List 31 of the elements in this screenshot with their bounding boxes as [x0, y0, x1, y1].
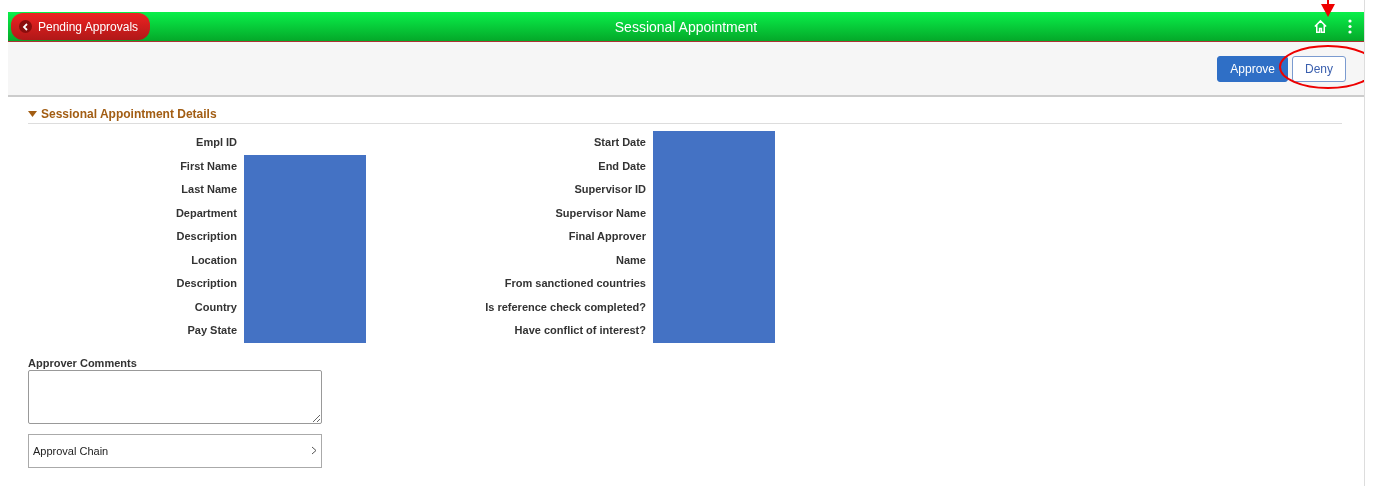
field-label: Is reference check completed?	[484, 299, 646, 315]
more-icon[interactable]	[1348, 19, 1352, 34]
field-label: Country	[193, 299, 237, 315]
field-label: Pay State	[186, 323, 237, 338]
field-label: Last Name	[180, 182, 237, 197]
section-title: Sessional Appointment Details	[41, 107, 217, 121]
approval-chain-button[interactable]: Approval Chain	[28, 433, 322, 468]
field-label: Have conflict of interest?	[513, 323, 646, 338]
field-label: Supervisor ID	[573, 182, 646, 197]
field-label: Description	[175, 229, 237, 244]
page-title: Sessional Appointment	[614, 18, 758, 35]
field-label: Empl ID	[195, 135, 237, 150]
field-label: Department	[174, 205, 237, 221]
field-label: Location	[190, 252, 237, 268]
comments-label: Approver Comments	[28, 356, 138, 369]
field-label: Name	[615, 252, 646, 268]
field-label: Description	[175, 276, 237, 291]
comments-field[interactable]	[28, 369, 322, 424]
caret-icon[interactable]	[28, 111, 37, 117]
field-label: Final Approver	[567, 229, 646, 244]
field-label: Supervisor Name	[554, 205, 646, 221]
home-icon[interactable]	[1313, 19, 1328, 34]
chevron-left-icon	[19, 20, 32, 33]
deny-button[interactable]: Deny	[1292, 55, 1346, 82]
approve-button[interactable]: Approve	[1217, 55, 1288, 82]
field-label: From sanctioned countries	[503, 276, 646, 291]
field-label: Start Date	[593, 135, 646, 150]
field-label: End Date	[597, 158, 646, 174]
field-label: First Name	[179, 158, 237, 174]
back-button[interactable]: Pending Approvals	[11, 13, 151, 40]
chevron-right-icon	[311, 446, 317, 455]
